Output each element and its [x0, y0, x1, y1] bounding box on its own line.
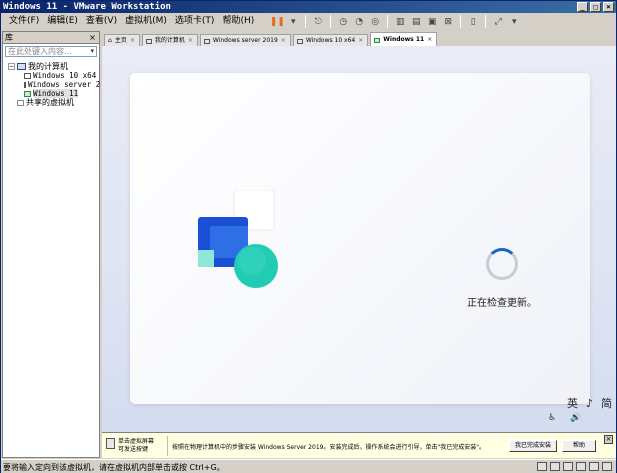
tab-bar: ⌂ 主页 × 我的计算机 × Windows server 2019 × Win… — [102, 31, 616, 55]
volume-icon[interactable]: 🔊 — [570, 413, 581, 423]
dropdown-arrow-icon[interactable]: ▾ — [286, 15, 300, 28]
pause-icon[interactable]: ❚❚ — [270, 15, 285, 28]
tree-my-computer[interactable]: − 我的计算机 — [8, 62, 99, 71]
display-icon[interactable] — [602, 462, 612, 471]
computer-icon — [17, 63, 26, 70]
loading-spinner — [486, 248, 518, 280]
vm-icon — [203, 38, 210, 44]
collapse-icon[interactable]: − — [8, 63, 15, 70]
tree-vm-win10[interactable]: Windows 10 x64 — [8, 71, 99, 80]
running-vm-icon — [374, 37, 381, 43]
menu-file[interactable]: 文件(F) — [5, 13, 43, 30]
full-screen-icon[interactable]: ▣ — [425, 15, 439, 28]
accessibility-icon[interactable]: ♿ — [548, 413, 556, 423]
sound-icon[interactable] — [589, 462, 599, 471]
cd-drive-icon[interactable] — [550, 462, 560, 471]
library-header: 库 × — [3, 32, 99, 44]
menu-help[interactable]: 帮助(H) — [218, 13, 258, 30]
vmware-window: Windows 11 - VMware Workstation _ □ × 文件… — [0, 0, 617, 473]
snapshot-manager-icon[interactable]: ◎ — [368, 15, 382, 28]
menu-view[interactable]: 查看(V) — [82, 13, 121, 30]
running-vm-icon — [24, 90, 31, 97]
vm-icon — [24, 81, 26, 88]
ime-mode-icon[interactable]: ♪ — [586, 397, 593, 410]
revert-snapshot-icon[interactable]: ◔ — [352, 15, 366, 28]
library-title: 库 — [5, 33, 13, 42]
view-dropdown-icon[interactable]: ▾ — [507, 15, 521, 28]
tree-vm-server[interactable]: Windows server 2 — [8, 80, 100, 89]
tree-shared-vms[interactable]: 共享的虚拟机 — [8, 98, 99, 107]
tree-vm-win11[interactable]: Windows 11 — [8, 89, 99, 98]
minimize-button[interactable]: _ — [577, 2, 588, 12]
vm-icon — [24, 72, 31, 79]
close-hint-icon[interactable]: × — [604, 435, 613, 444]
install-instructions: 按照在物理计算机中的步骤安装 Windows Server 2019。安装完成后… — [172, 444, 485, 451]
library-search-input[interactable]: 在此处键入内容... ▾ — [5, 46, 97, 57]
library-tree: − 我的计算机 Windows 10 x64 Windows server 2 … — [3, 59, 100, 107]
maximize-button[interactable]: □ — [590, 2, 601, 12]
vm-icon — [296, 38, 303, 44]
help-button[interactable]: 帮助 — [562, 440, 596, 452]
status-bar: 要将输入定向到该虚拟机，请在虚拟机内部单击或按 Ctrl+G。 — [1, 459, 616, 473]
close-library-icon[interactable]: × — [88, 33, 97, 42]
menu-vm[interactable]: 虚拟机(M) — [121, 13, 171, 30]
update-status-text: 正在检查更新。 — [467, 298, 537, 309]
console-view-icon[interactable]: ▯ — [466, 15, 480, 28]
window-title: Windows 11 - VMware Workstation — [3, 2, 171, 12]
install-hint-bar: 单击虚拟屏幕 可发送按键 按照在物理计算机中的步骤安装 Windows Serv… — [102, 432, 616, 458]
send-keys-icon[interactable]: ⎋ — [311, 15, 325, 28]
click-hint: 单击虚拟屏幕 可发送按键 — [118, 438, 155, 453]
unity-icon[interactable]: ⊠ — [441, 15, 455, 28]
ime-indicator[interactable]: 英 ♪ 简 — [567, 395, 612, 411]
shared-vm-icon — [17, 99, 24, 106]
ime-script[interactable]: 简 — [601, 395, 612, 411]
menu-tabs[interactable]: 选项卡(T) — [171, 13, 219, 30]
thumbnail-view-icon[interactable]: ▤ — [409, 15, 423, 28]
menu-bar: 文件(F) 编辑(E) 查看(V) 虚拟机(M) 选项卡(T) 帮助(H) ❚❚… — [1, 13, 616, 30]
vm-console[interactable]: 正在检查更新。 英 ♪ 简 ♿ 🔊 — [102, 46, 616, 432]
tab-close-icon[interactable]: × — [427, 34, 432, 46]
stretch-view-icon[interactable]: ⤢ — [491, 15, 505, 28]
toolbar: ❚❚ ▾ ⎋ ◷ ◔ ◎ ▥ ▤ ▣ ⊠ ▯ ⤢ ▾ — [270, 15, 521, 28]
setup-card: 正在检查更新。 — [130, 73, 590, 404]
usb-icon[interactable] — [576, 462, 586, 471]
computer-icon — [145, 38, 152, 44]
monitor-icon — [106, 438, 115, 449]
snapshot-icon[interactable]: ◷ — [336, 15, 350, 28]
menu-edit[interactable]: 编辑(E) — [43, 13, 82, 30]
hard-disk-icon[interactable] — [537, 462, 547, 471]
device-icons — [537, 462, 612, 471]
windows-update-logo-icon — [198, 190, 278, 288]
tab-windows-11[interactable]: Windows 11 × — [370, 32, 438, 47]
search-placeholder: 在此处键入内容... — [8, 47, 72, 56]
search-dropdown-icon[interactable]: ▾ — [90, 47, 94, 55]
library-panel: 库 × 在此处键入内容... ▾ − 我的计算机 Windows 10 x64 … — [2, 31, 100, 458]
done-install-button[interactable]: 我已完成安装 — [509, 440, 557, 452]
library-view-icon[interactable]: ▥ — [393, 15, 407, 28]
title-bar: Windows 11 - VMware Workstation _ □ × — [1, 1, 616, 13]
close-button[interactable]: × — [603, 2, 614, 12]
vm-tray-icons: ♿ 🔊 — [548, 413, 581, 423]
network-icon[interactable] — [563, 462, 573, 471]
ime-language[interactable]: 英 — [567, 395, 578, 411]
status-text: 要将输入定向到该虚拟机，请在虚拟机内部单击或按 Ctrl+G。 — [3, 463, 225, 472]
